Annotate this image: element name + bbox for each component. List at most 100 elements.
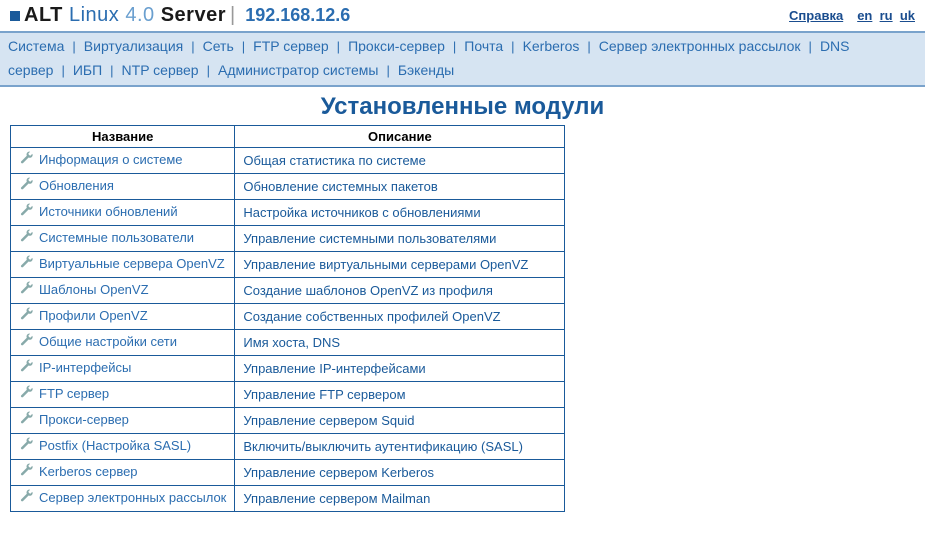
- nav-separator: |: [72, 39, 75, 54]
- module-name-cell: Профили OpenVZ: [11, 303, 235, 329]
- wrench-icon: [19, 229, 35, 248]
- module-link[interactable]: Обновления: [39, 178, 114, 193]
- nav-link[interactable]: Администратор системы: [218, 62, 378, 78]
- wrench-icon: [19, 333, 35, 352]
- wrench-icon: [19, 437, 35, 456]
- nav-separator: |: [453, 39, 456, 54]
- wrench-icon: [19, 359, 35, 378]
- lang-link-en[interactable]: en: [857, 8, 872, 23]
- logo-server: Server: [161, 4, 226, 26]
- table-row: Сервер электронных рассылок Управление се…: [11, 485, 565, 511]
- module-name-cell: Прокси-сервер: [11, 407, 235, 433]
- wrench-icon: [19, 411, 35, 430]
- wrench-icon: [19, 177, 35, 196]
- wrench-icon: [19, 203, 35, 222]
- nav-separator: |: [511, 39, 514, 54]
- module-name-cell: Шаблоны OpenVZ: [11, 277, 235, 303]
- nav-link[interactable]: Прокси-сервер: [348, 38, 445, 54]
- module-link[interactable]: Информация о системе: [39, 152, 183, 167]
- table-row: FTP сервер Управление FTP сервером: [11, 381, 565, 407]
- nav-link[interactable]: Бэкенды: [398, 62, 454, 78]
- nav-separator: |: [242, 39, 245, 54]
- nav-link[interactable]: Сервер электронных рассылок: [599, 38, 801, 54]
- module-name-cell: IP-интерфейсы: [11, 355, 235, 381]
- module-desc-cell: Управление сервером Mailman: [235, 485, 565, 511]
- module-link[interactable]: Postfix (Настройка SASL): [39, 438, 191, 453]
- module-link[interactable]: Общие настройки сети: [39, 334, 177, 349]
- module-desc-cell: Управление FTP сервером: [235, 381, 565, 407]
- module-link[interactable]: Профили OpenVZ: [39, 308, 148, 323]
- help-link[interactable]: Справка: [789, 8, 843, 23]
- logo-version: 4.0: [125, 4, 154, 26]
- module-link[interactable]: Системные пользователи: [39, 230, 194, 245]
- top-links: Справка en ru uk: [789, 8, 915, 23]
- module-name-cell: Postfix (Настройка SASL): [11, 433, 235, 459]
- module-desc-cell: Управление виртуальными серверами OpenVZ: [235, 251, 565, 277]
- lang-link-ru[interactable]: ru: [880, 8, 893, 23]
- module-name-cell: Обновления: [11, 173, 235, 199]
- nav-separator: |: [386, 63, 389, 78]
- table-row: Общие настройки сети Имя хоста, DNS: [11, 329, 565, 355]
- module-link[interactable]: FTP сервер: [39, 386, 109, 401]
- nav-separator: |: [207, 63, 210, 78]
- module-desc-cell: Включить/выключить аутентификацию (SASL): [235, 433, 565, 459]
- col-header-desc: Описание: [235, 125, 565, 147]
- module-desc-cell: Общая статистика по системе: [235, 147, 565, 173]
- module-desc-cell: Создание собственных профилей OpenVZ: [235, 303, 565, 329]
- server-ip: 192.168.12.6: [245, 5, 350, 26]
- module-link[interactable]: Сервер электронных рассылок: [39, 490, 226, 505]
- table-row: Прокси-сервер Управление сервером Squid: [11, 407, 565, 433]
- wrench-icon: [19, 281, 35, 300]
- modules-table: Название Описание Информация о системе Об…: [10, 125, 565, 512]
- nav-separator: |: [337, 39, 340, 54]
- module-link[interactable]: Источники обновлений: [39, 204, 178, 219]
- nav-separator: |: [191, 39, 194, 54]
- nav-link[interactable]: Сеть: [203, 38, 234, 54]
- logo-linux: Linux: [69, 4, 119, 26]
- logo-divider: |: [230, 4, 235, 27]
- table-row: ОбновленияОбновление системных пакетов: [11, 173, 565, 199]
- header: ALT Linux 4.0 Server | 192.168.12.6 Спра…: [0, 0, 925, 31]
- nav-link[interactable]: Виртуализация: [84, 38, 183, 54]
- table-row: Системные пользователи Управление системн…: [11, 225, 565, 251]
- module-link[interactable]: Kerberos сервер: [39, 464, 138, 479]
- table-row: Виртуальные сервера OpenVZ Управление вир…: [11, 251, 565, 277]
- nav-link[interactable]: Kerberos: [523, 38, 580, 54]
- module-desc-cell: Управление IP-интерфейсами: [235, 355, 565, 381]
- module-name-cell: Сервер электронных рассылок: [11, 485, 235, 511]
- table-row: Postfix (Настройка SASL) Включить/выключи…: [11, 433, 565, 459]
- module-name-cell: Информация о системе: [11, 147, 235, 173]
- module-name-cell: Kerberos сервер: [11, 459, 235, 485]
- module-desc-cell: Управление сервером Squid: [235, 407, 565, 433]
- nav-link[interactable]: Система: [8, 38, 64, 54]
- module-desc-cell: Имя хоста, DNS: [235, 329, 565, 355]
- lang-link-uk[interactable]: uk: [900, 8, 915, 23]
- table-row: Профили OpenVZ Создание собственных профи…: [11, 303, 565, 329]
- nav-separator: |: [809, 39, 812, 54]
- nav-link[interactable]: NTP сервер: [122, 62, 199, 78]
- nav-link[interactable]: ИБП: [73, 62, 102, 78]
- module-name-cell: Системные пользователи: [11, 225, 235, 251]
- nav-separator: |: [110, 63, 113, 78]
- module-link[interactable]: Шаблоны OpenVZ: [39, 282, 149, 297]
- module-desc-cell: Настройка источников с обновлениями: [235, 199, 565, 225]
- nav-link[interactable]: Почта: [464, 38, 503, 54]
- module-name-cell: Виртуальные сервера OpenVZ: [11, 251, 235, 277]
- wrench-icon: [19, 463, 35, 482]
- module-desc-cell: Управление системными пользователями: [235, 225, 565, 251]
- module-link[interactable]: Прокси-сервер: [39, 412, 129, 427]
- module-desc-cell: Управление сервером Kerberos: [235, 459, 565, 485]
- wrench-icon: [19, 255, 35, 274]
- nav-separator: |: [587, 39, 590, 54]
- col-header-name: Название: [11, 125, 235, 147]
- module-desc-cell: Создание шаблонов OpenVZ из профиля: [235, 277, 565, 303]
- lang-switcher: en ru uk: [857, 8, 915, 23]
- module-name-cell: FTP сервер: [11, 381, 235, 407]
- navbar: Система | Виртуализация | Сеть | FTP сервер | Пр…: [0, 31, 925, 87]
- module-link[interactable]: Виртуальные сервера OpenVZ: [39, 256, 225, 271]
- table-row: IP-интерфейсы Управление IP-интерфейсами: [11, 355, 565, 381]
- module-link[interactable]: IP-интерфейсы: [39, 360, 131, 375]
- table-row: Информация о системе Общая статистика по …: [11, 147, 565, 173]
- nav-link[interactable]: FTP сервер: [253, 38, 329, 54]
- table-row: Шаблоны OpenVZ Создание шаблонов OpenVZ и…: [11, 277, 565, 303]
